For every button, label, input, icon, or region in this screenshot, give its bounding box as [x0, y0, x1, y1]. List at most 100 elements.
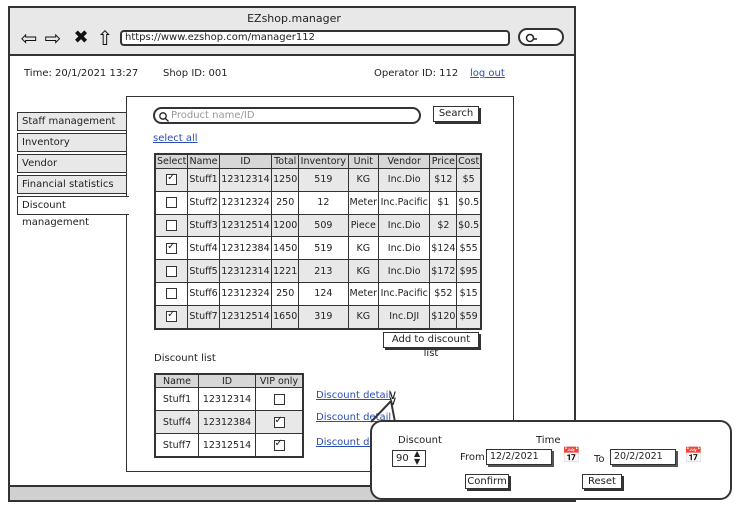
unit-cell: KG [347, 259, 379, 283]
vendor-cell: Inc.Pacific [377, 190, 431, 215]
select-checkbox[interactable] [166, 197, 178, 209]
select-checkbox[interactable] [166, 265, 178, 277]
vendor-cell: Inc.Dio [377, 168, 431, 192]
id-cell: 12312514 [218, 213, 273, 238]
column-header: Vendor [377, 153, 431, 169]
vip-cell [255, 410, 304, 434]
column-header: Price [429, 153, 458, 169]
price-cell: $12 [429, 168, 458, 192]
cost-cell: $5 [456, 168, 482, 192]
home-icon[interactable]: ⇧ [94, 28, 116, 48]
table-header-row: Name ID VIP only [154, 373, 304, 388]
table-row: Stuff1 12312314 [154, 387, 304, 411]
back-arrow-icon[interactable]: ⇦ [18, 28, 40, 48]
vip-checkbox[interactable] [273, 415, 285, 428]
to-date-field[interactable]: 20/2/2021 [610, 449, 676, 465]
discount-value: 90 [396, 453, 409, 464]
sidebar-item-discount[interactable]: Discount management [17, 196, 129, 228]
vip-checkbox[interactable] [273, 393, 285, 405]
from-label: From [460, 452, 485, 463]
product-table: Select Name ID Total Inventory Unit Vend… [154, 153, 482, 330]
select-checkbox[interactable] [166, 219, 178, 231]
select-cell [154, 168, 189, 192]
id-cell: 12312324 [218, 190, 273, 215]
total-cell: 250 [271, 190, 300, 215]
logout-link[interactable]: log out [470, 68, 505, 79]
select-cell [154, 190, 189, 215]
popup-pointer [370, 400, 396, 423]
column-header: ID [198, 373, 256, 388]
vip-checkbox[interactable] [273, 438, 285, 451]
search-button[interactable]: Search [433, 106, 479, 122]
discount-table: Name ID VIP only Stuff1 12312314 Stuff4 123… [154, 373, 304, 458]
confirm-button[interactable]: Confirm [465, 474, 509, 489]
forward-arrow-icon[interactable]: ⇨ [42, 28, 64, 48]
name-cell: Stuff6 [187, 281, 220, 306]
inventory-cell: 509 [298, 213, 349, 238]
sidebar-item-inventory[interactable]: Inventory management [17, 133, 128, 165]
sidebar-item-staff[interactable]: Staff management [17, 112, 128, 131]
reset-button[interactable]: Reset [582, 474, 622, 489]
unit-cell: Meter [347, 281, 379, 306]
sidebar-item-vendor[interactable]: Vendor communication [17, 154, 128, 186]
discount-list-title: Discount list [154, 353, 216, 364]
vendor-cell: Inc.Dio [377, 213, 431, 238]
column-header: Inventory [298, 153, 349, 169]
vendor-cell: Inc.DJI [377, 304, 431, 330]
browser-search-button[interactable] [518, 28, 564, 46]
id-cell: 12312384 [218, 236, 273, 261]
product-search-input[interactable]: Product name/ID [153, 107, 421, 124]
discount-label: Discount [398, 435, 442, 446]
close-icon[interactable]: ✖ [70, 28, 92, 48]
calendar-icon[interactable]: 📅 [562, 446, 581, 464]
discount-detail-popup: Discount 90 ▲ ▼ Time From 12/2/2021 📅 To… [370, 420, 732, 500]
total-cell: 1221 [271, 259, 300, 283]
table-row: Stuff4123123841450519KGInc.Dio$124$55 [154, 236, 482, 261]
product-search-placeholder: Product name/ID [171, 110, 255, 121]
sidebar-item-financial[interactable]: Financial statistics [17, 175, 128, 194]
unit-cell: Meter [347, 190, 379, 215]
name-cell: Stuff3 [187, 213, 220, 238]
table-row: Stuff7 12312514 [154, 433, 304, 458]
select-checkbox[interactable] [166, 172, 178, 186]
total-cell: 1250 [271, 168, 300, 192]
table-row: Stuff4 12312384 [154, 410, 304, 434]
select-checkbox[interactable] [166, 241, 178, 254]
name-cell: Stuff7 [187, 304, 220, 330]
cost-cell: $15 [456, 281, 482, 306]
cost-cell: $0.5 [456, 213, 482, 238]
price-cell: $52 [429, 281, 458, 306]
add-to-discount-list-button[interactable]: Add to discount list [383, 332, 479, 359]
name-cell: Stuff4 [187, 236, 220, 261]
select-checkbox[interactable] [166, 309, 178, 323]
discount-stepper[interactable]: 90 ▲ ▼ [392, 450, 426, 467]
column-header: Name [187, 153, 220, 169]
stepper-down-icon[interactable]: ▼ [414, 458, 420, 466]
column-header: Name [154, 373, 199, 388]
url-bar[interactable]: https://www.ezshop.com/manager112 [120, 30, 510, 46]
id-cell: 12312314 [218, 259, 273, 283]
unit-cell: KG [347, 236, 379, 261]
from-date-field[interactable]: 12/2/2021 [486, 449, 552, 465]
name-cell: Stuff4 [154, 410, 199, 434]
name-cell: Stuff5 [187, 259, 220, 283]
inventory-cell: 12 [298, 190, 349, 215]
column-header: ID [218, 153, 273, 169]
price-cell: $1 [429, 190, 458, 215]
table-header-row: Select Name ID Total Inventory Unit Vend… [154, 153, 482, 169]
table-row: Stuff7123125141650319KGInc.DJI$120$59 [154, 304, 482, 330]
name-cell: Stuff1 [187, 168, 220, 192]
table-row: Stuff3 12312514 1200 509 Piece Inc.Dio $2 $0.5 [154, 213, 482, 238]
column-header: Unit [347, 153, 379, 169]
price-cell: $2 [429, 213, 458, 238]
name-cell: Stuff7 [154, 433, 199, 458]
id-cell: 12312324 [218, 281, 273, 306]
table-row: Stuff5 12312314 1221 213 KG Inc.Dio $172 $95 [154, 259, 482, 283]
unit-cell: KG [347, 304, 379, 330]
unit-cell: Piece [347, 213, 379, 238]
select-checkbox[interactable] [166, 288, 178, 300]
select-all-link[interactable]: select all [153, 133, 198, 144]
total-cell: 1200 [271, 213, 300, 238]
calendar-icon[interactable]: 📅 [684, 446, 703, 464]
inventory-cell: 124 [298, 281, 349, 306]
